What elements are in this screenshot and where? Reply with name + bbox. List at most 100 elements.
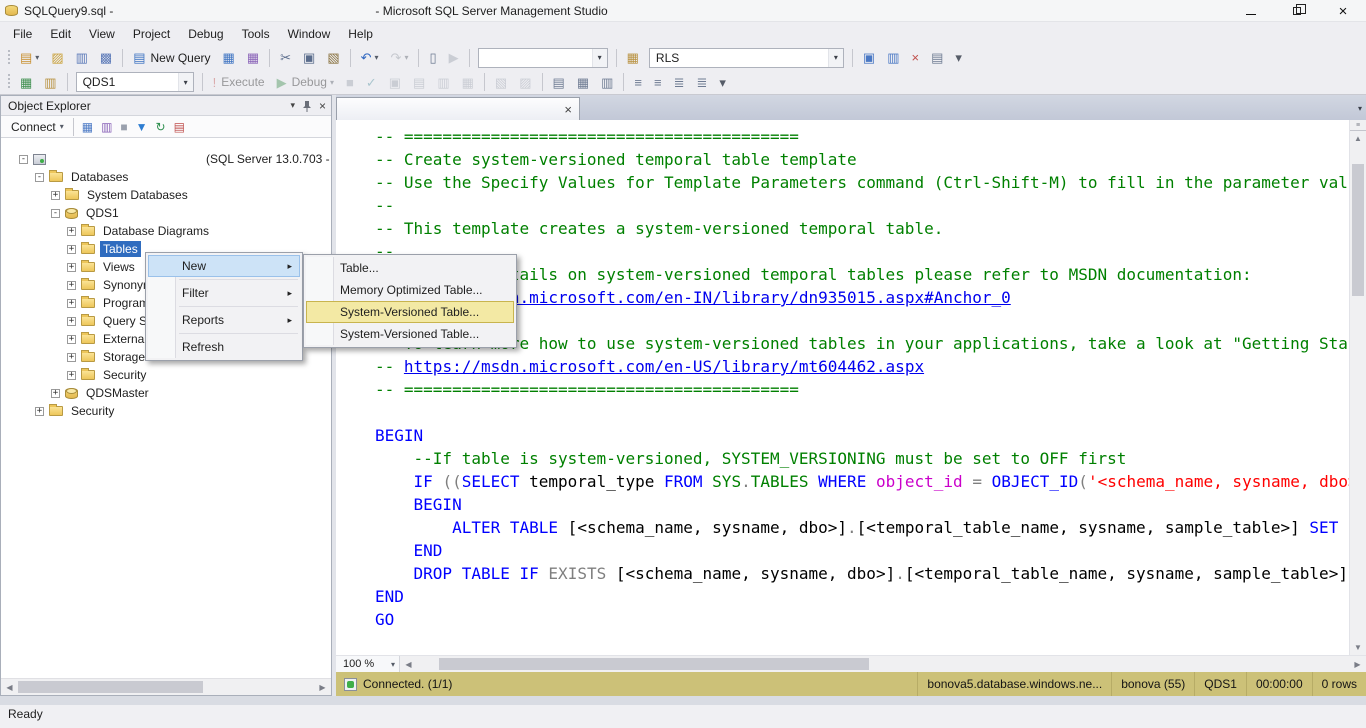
menu-item-memory-optimized-table[interactable]: Memory Optimized Table... <box>306 279 514 301</box>
collapse-icon[interactable]: - <box>19 155 28 164</box>
menu-debug[interactable]: Debug <box>179 23 232 45</box>
tree-item-databases[interactable]: -Databases <box>1 168 331 186</box>
new-analysis-query-icon[interactable]: ▦ <box>242 47 264 69</box>
clear-window-icon[interactable]: × <box>907 47 925 69</box>
scroll-down-icon[interactable]: ▼ <box>1350 640 1366 655</box>
expand-icon[interactable]: + <box>51 191 60 200</box>
results-to-file-icon[interactable]: ▥ <box>596 71 618 93</box>
menu-help[interactable]: Help <box>339 23 382 45</box>
minimize-button[interactable] <box>1228 0 1274 22</box>
hyperlink[interactable]: https://msdn.microsoft.com/en-US/library… <box>404 357 924 376</box>
expand-icon[interactable]: + <box>67 299 76 308</box>
object-explorer-details-icon[interactable]: ▥ <box>882 47 904 69</box>
results-to-text-icon[interactable]: ▤ <box>548 71 570 93</box>
cancel-executing-query-icon[interactable]: ▣ <box>384 71 406 93</box>
redo-icon[interactable]: ↷▾ <box>386 47 414 69</box>
intellisense-icon[interactable]: ▯ <box>424 47 441 69</box>
menu-item-system-versioned-table[interactable]: System-Versioned Table... <box>306 323 514 345</box>
split-window-handle[interactable]: ≡ <box>1350 120 1366 131</box>
available-databases-combo[interactable]: QDS1▾ <box>76 72 194 92</box>
menu-tools[interactable]: Tools <box>233 23 279 45</box>
open-file-icon[interactable]: ▨ <box>46 47 68 69</box>
undo-icon[interactable]: ↶▾ <box>356 47 384 69</box>
expand-icon[interactable]: + <box>35 407 44 416</box>
scroll-thumb[interactable] <box>18 681 203 693</box>
intellisense-enabled-icon[interactable]: ▦ <box>457 71 479 93</box>
menu-window[interactable]: Window <box>279 23 340 45</box>
chevron-down-icon[interactable]: ▾ <box>592 49 607 67</box>
display-estimated-plan-icon[interactable]: ▤ <box>408 71 430 93</box>
play-icon[interactable]: ▶ <box>444 47 464 69</box>
scroll-left-icon[interactable]: ◀ <box>400 656 417 673</box>
execute-button[interactable]: !Execute <box>208 71 270 93</box>
pin-button[interactable] <box>302 100 312 112</box>
copy-icon[interactable]: ▣ <box>298 47 320 69</box>
menu-project[interactable]: Project <box>124 23 179 45</box>
tree-item-qds1[interactable]: -QDS1 <box>1 204 331 222</box>
close-panel-button[interactable]: × <box>319 99 326 113</box>
scroll-right-icon[interactable]: ▶ <box>314 679 331 696</box>
menu-item-table[interactable]: Table... <box>306 257 514 279</box>
scroll-left-icon[interactable]: ◀ <box>1 679 18 696</box>
query-options-icon[interactable]: ▥ <box>432 71 454 93</box>
close-tab-icon[interactable]: × <box>564 103 572 116</box>
include-actual-plan-icon[interactable]: ▧ <box>490 71 512 93</box>
rls-combo[interactable]: RLS▾ <box>649 48 844 68</box>
tree-item-database-diagrams[interactable]: +Database Diagrams <box>1 222 331 240</box>
stop-icon[interactable]: ■ <box>341 71 359 93</box>
code-editor[interactable]: -- =====================================… <box>336 120 1349 655</box>
toolbar-grip[interactable] <box>6 50 11 66</box>
close-button[interactable]: × <box>1320 0 1366 22</box>
collapse-icon[interactable]: - <box>51 209 60 218</box>
tree-item-system-databases[interactable]: +System Databases <box>1 186 331 204</box>
menu-file[interactable]: File <box>4 23 41 45</box>
toolbar-options-icon[interactable]: ▾ <box>714 71 731 93</box>
script-button[interactable]: ▤ <box>170 117 189 137</box>
disconnect-button[interactable]: ▥ <box>97 117 116 137</box>
paste-icon[interactable]: ▧ <box>322 47 344 69</box>
new-file-icon[interactable]: ▤▾ <box>15 47 44 69</box>
document-list-icon[interactable]: ▾ <box>1358 104 1362 113</box>
expand-icon[interactable]: + <box>67 335 76 344</box>
uncomment-icon[interactable]: ≡ <box>649 71 667 93</box>
connect-button[interactable]: Connect ▾ <box>6 118 69 136</box>
increase-indent-icon[interactable]: ≣ <box>692 71 713 93</box>
change-connection-icon[interactable]: ▥ <box>39 71 61 93</box>
scroll-thumb[interactable] <box>1352 164 1364 296</box>
new-query-button[interactable]: ▤New Query <box>128 47 215 69</box>
tree-item-sql-server-13-0-703[interactable]: -(SQL Server 13.0.703 - <box>1 150 331 168</box>
scroll-thumb[interactable] <box>439 658 869 670</box>
filter-button[interactable]: ▼ <box>132 117 152 137</box>
restore-button[interactable] <box>1274 0 1320 22</box>
collapse-icon[interactable]: - <box>35 173 44 182</box>
expand-icon[interactable]: + <box>67 263 76 272</box>
scroll-up-icon[interactable]: ▲ <box>1350 131 1366 146</box>
decrease-indent-icon[interactable]: ≣ <box>669 71 690 93</box>
object-explorer-hscrollbar[interactable]: ◀ ▶ <box>1 678 331 695</box>
parse-icon[interactable]: ✓ <box>361 71 382 93</box>
zoom-combo[interactable]: 100 % ▾ <box>336 656 400 672</box>
menu-item-refresh[interactable]: Refresh <box>148 336 300 358</box>
expand-icon[interactable]: + <box>67 245 76 254</box>
properties-window-icon[interactable]: ▤ <box>926 47 948 69</box>
results-to-grid-icon[interactable]: ▦ <box>572 71 594 93</box>
process-combo[interactable]: ▾ <box>478 48 608 68</box>
menu-edit[interactable]: Edit <box>41 23 80 45</box>
menu-item-system-versioned-table[interactable]: System-Versioned Table... <box>306 301 514 323</box>
chevron-down-icon[interactable]: ▾ <box>35 53 39 62</box>
chevron-down-icon[interactable]: ▾ <box>178 73 193 91</box>
chevron-down-icon[interactable]: ▾ <box>330 78 334 87</box>
activity-monitor-icon[interactable]: ▣ <box>858 47 880 69</box>
tree-item-security[interactable]: +Security <box>1 402 331 420</box>
comment-out-icon[interactable]: ≡ <box>629 71 647 93</box>
tree-item-qdsmaster[interactable]: +QDSMaster <box>1 384 331 402</box>
new-database-engine-query-icon[interactable]: ▦ <box>218 47 240 69</box>
scroll-track[interactable] <box>18 679 314 695</box>
include-client-statistics-icon[interactable]: ▨ <box>514 71 536 93</box>
menu-item-new[interactable]: New▸ <box>148 255 300 277</box>
scroll-track[interactable] <box>417 656 1349 672</box>
cut-icon[interactable]: ✂ <box>275 47 296 69</box>
expand-icon[interactable]: + <box>67 353 76 362</box>
window-position-button[interactable]: ▾ <box>290 100 295 111</box>
editor-vscrollbar[interactable]: ≡ ▲ ▼ <box>1349 120 1366 655</box>
